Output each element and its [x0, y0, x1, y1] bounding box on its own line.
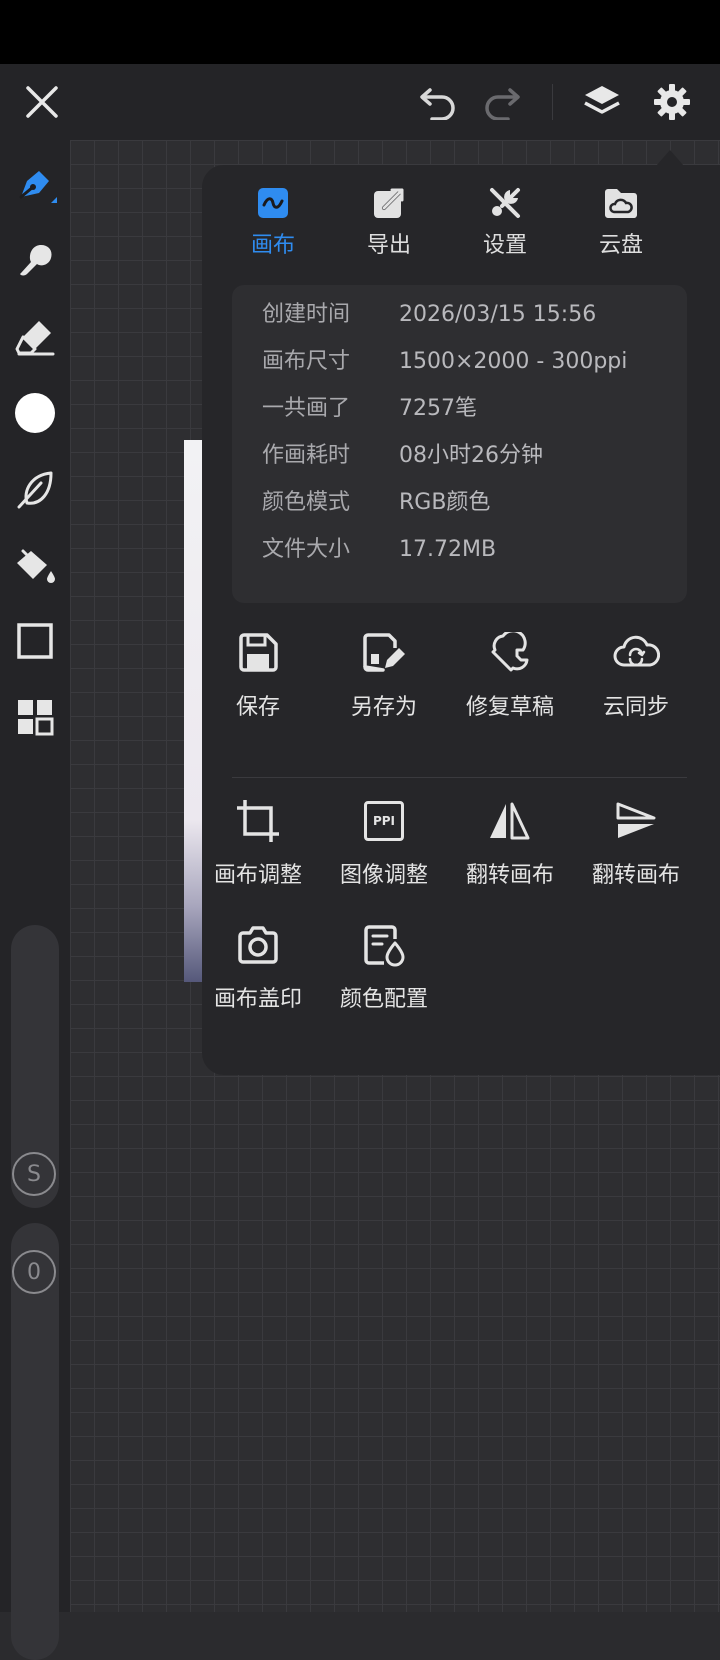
save-as-icon	[320, 625, 448, 681]
action-label: 云同步	[602, 695, 669, 720]
info-value: 7257笔	[399, 396, 477, 421]
opacity-indicator: 0	[12, 1250, 56, 1294]
info-key: 创建时间	[262, 302, 351, 327]
export-icon	[334, 183, 444, 223]
image-adjust-button[interactable]: PPI 图像调整	[320, 793, 448, 903]
cloud-sync-button[interactable]: 云同步	[572, 625, 700, 735]
info-key: 颜色模式	[262, 490, 351, 515]
action-label: 修复草稿	[465, 695, 554, 720]
topbar-divider	[552, 84, 553, 120]
flip-horizontal-button[interactable]: 翻转画布	[446, 793, 574, 903]
color-profile-icon	[320, 917, 448, 973]
top-bar	[0, 64, 720, 140]
info-value: RGB颜色	[399, 490, 491, 515]
action-label: 翻转画布	[591, 863, 680, 888]
pen-icon[interactable]	[10, 160, 60, 210]
section-divider	[232, 777, 687, 778]
canvas-stamp-button[interactable]: 画布盖印	[194, 917, 322, 1027]
action-label: 颜色配置	[339, 987, 428, 1012]
tab-canvas[interactable]: 画布	[218, 183, 328, 263]
grid-icon[interactable]	[10, 692, 60, 742]
ppi-icon: PPI	[320, 793, 448, 849]
action-label: 画布盖印	[213, 987, 302, 1012]
action-label: 保存	[235, 695, 280, 720]
info-value: 17.72MB	[399, 537, 497, 562]
action-label: 画布调整	[213, 863, 302, 888]
tab-settings[interactable]: 设置	[450, 183, 560, 263]
tab-cloud-drive[interactable]: 云盘	[566, 183, 676, 263]
repair-draft-button[interactable]: 修复草稿	[446, 625, 574, 735]
size-indicator: S	[12, 1152, 56, 1196]
tools-icon	[450, 183, 560, 223]
flip-vertical-button[interactable]: 翻转画布	[572, 793, 700, 903]
color-swatch[interactable]	[10, 388, 60, 438]
left-toolbar: S 0	[0, 140, 70, 1660]
info-key: 画布尺寸	[262, 349, 351, 374]
canvas-info-card: 创建时间 2026/03/15 15:56 画布尺寸 1500×2000 - 300…	[232, 285, 687, 603]
save-as-button[interactable]: 另存为	[320, 625, 448, 735]
canvas-adjust-button[interactable]: 画布调整	[194, 793, 322, 903]
info-value: 2026/03/15 15:56	[399, 302, 597, 327]
leaf-brush-icon[interactable]	[10, 464, 60, 514]
tab-label: 导出	[366, 233, 411, 258]
info-key: 一共画了	[262, 396, 351, 421]
flip-vertical-icon	[572, 793, 700, 849]
panel-pointer	[656, 150, 684, 166]
action-label: 图像调整	[339, 863, 428, 888]
cloud-sync-icon	[572, 625, 700, 681]
tab-export[interactable]: 导出	[334, 183, 444, 263]
save-icon	[194, 625, 322, 681]
bucket-icon[interactable]	[10, 540, 60, 590]
canvas-menu-panel: 画布 导出 设置 云盘 创建时间 2026/03/15 15:56 画布尺寸 150…	[202, 165, 720, 1075]
tab-label: 设置	[482, 233, 527, 258]
canvas-icon	[218, 183, 328, 223]
tab-label: 画布	[250, 233, 295, 258]
eraser-icon[interactable]	[10, 312, 60, 362]
crop-icon	[194, 793, 322, 849]
undo-icon[interactable]	[410, 64, 466, 140]
close-icon[interactable]	[14, 64, 70, 140]
color-profile-button[interactable]: 颜色配置	[320, 917, 448, 1027]
info-value: 08小时26分钟	[399, 443, 543, 468]
redo-icon[interactable]	[474, 64, 530, 140]
layers-icon[interactable]	[574, 64, 630, 140]
save-button[interactable]: 保存	[194, 625, 322, 735]
info-key: 作画耗时	[262, 443, 351, 468]
rectangle-select-icon[interactable]	[10, 616, 60, 666]
info-value: 1500×2000 - 300ppi	[399, 349, 628, 374]
action-label: 翻转画布	[465, 863, 554, 888]
tab-label: 云盘	[598, 233, 643, 258]
gear-icon[interactable]	[644, 64, 700, 140]
cloud-folder-icon	[566, 183, 676, 223]
action-label: 另存为	[350, 695, 417, 720]
info-key: 文件大小	[262, 537, 351, 562]
flip-horizontal-icon	[446, 793, 574, 849]
smudge-icon[interactable]	[10, 236, 60, 286]
status-bar	[0, 0, 720, 64]
camera-icon	[194, 917, 322, 973]
panel-tabs: 画布 导出 设置 云盘	[202, 183, 720, 263]
wrench-icon	[446, 625, 574, 681]
